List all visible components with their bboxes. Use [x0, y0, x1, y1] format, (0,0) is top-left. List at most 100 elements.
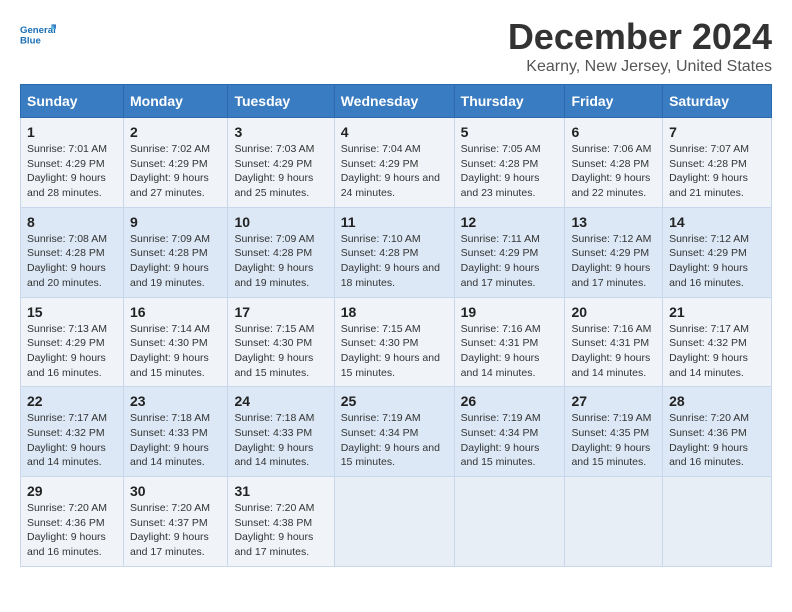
day-cell: 14Sunrise: 7:12 AM Sunset: 4:29 PM Dayli…: [663, 207, 772, 297]
day-number: 31: [234, 483, 327, 499]
day-info: Sunrise: 7:20 AM Sunset: 4:38 PM Dayligh…: [234, 501, 327, 560]
day-cell: 4 Sunrise: 7:04 AM Sunset: 4:29 PM Daylig…: [334, 118, 454, 208]
day-number: 1: [27, 124, 117, 140]
day-cell: 1 Sunrise: 7:01 AM Sunset: 4:29 PM Daylig…: [21, 118, 124, 208]
day-info: Sunrise: 7:18 AM Sunset: 4:33 PM Dayligh…: [234, 411, 327, 470]
day-number: 23: [130, 393, 221, 409]
col-header-sunday: Sunday: [21, 85, 124, 118]
day-number: 14: [669, 214, 765, 230]
day-cell: 21 Sunrise: 7:17 AM Sunset: 4:32 PM Dayli…: [663, 297, 772, 387]
day-info: Sunrise: 7:12 AM Sunset: 4:29 PM Dayligh…: [571, 232, 656, 291]
day-cell: 6 Sunrise: 7:06 AM Sunset: 4:28 PM Daylig…: [565, 118, 663, 208]
day-cell: 29Sunrise: 7:20 AM Sunset: 4:36 PM Dayli…: [21, 477, 124, 567]
week-row-4: 22Sunrise: 7:17 AM Sunset: 4:32 PM Dayli…: [21, 387, 772, 477]
main-title: December 2024: [508, 16, 772, 58]
week-row-1: 1 Sunrise: 7:01 AM Sunset: 4:29 PM Daylig…: [21, 118, 772, 208]
day-cell: 28Sunrise: 7:20 AM Sunset: 4:36 PM Dayli…: [663, 387, 772, 477]
day-cell: 10Sunrise: 7:09 AM Sunset: 4:28 PM Dayli…: [228, 207, 334, 297]
day-info: Sunrise: 7:15 AM Sunset: 4:30 PM Dayligh…: [341, 322, 448, 381]
day-cell: 8 Sunrise: 7:08 AM Sunset: 4:28 PM Daylig…: [21, 207, 124, 297]
day-number: 2: [130, 124, 221, 140]
day-info: Sunrise: 7:03 AM Sunset: 4:29 PM Dayligh…: [234, 142, 327, 201]
day-info: Sunrise: 7:04 AM Sunset: 4:29 PM Dayligh…: [341, 142, 448, 201]
day-cell: [565, 477, 663, 567]
day-info: Sunrise: 7:01 AM Sunset: 4:29 PM Dayligh…: [27, 142, 117, 201]
logo: General Blue: [20, 16, 56, 52]
day-number: 19: [461, 304, 559, 320]
day-cell: 2 Sunrise: 7:02 AM Sunset: 4:29 PM Daylig…: [124, 118, 228, 208]
day-cell: 23 Sunrise: 7:18 AM Sunset: 4:33 PM Dayli…: [124, 387, 228, 477]
day-cell: 13 Sunrise: 7:12 AM Sunset: 4:29 PM Dayli…: [565, 207, 663, 297]
day-number: 6: [571, 124, 656, 140]
day-info: Sunrise: 7:09 AM Sunset: 4:28 PM Dayligh…: [130, 232, 221, 291]
col-header-monday: Monday: [124, 85, 228, 118]
day-cell: 11 Sunrise: 7:10 AM Sunset: 4:28 PM Dayli…: [334, 207, 454, 297]
day-cell: 22Sunrise: 7:17 AM Sunset: 4:32 PM Dayli…: [21, 387, 124, 477]
day-number: 11: [341, 214, 448, 230]
day-number: 3: [234, 124, 327, 140]
day-number: 16: [130, 304, 221, 320]
day-number: 8: [27, 214, 117, 230]
day-cell: [663, 477, 772, 567]
svg-text:Blue: Blue: [20, 36, 41, 47]
day-info: Sunrise: 7:08 AM Sunset: 4:28 PM Dayligh…: [27, 232, 117, 291]
day-info: Sunrise: 7:14 AM Sunset: 4:30 PM Dayligh…: [130, 322, 221, 381]
day-info: Sunrise: 7:20 AM Sunset: 4:37 PM Dayligh…: [130, 501, 221, 560]
day-number: 29: [27, 483, 117, 499]
day-number: 21: [669, 304, 765, 320]
col-header-tuesday: Tuesday: [228, 85, 334, 118]
day-number: 10: [234, 214, 327, 230]
day-number: 25: [341, 393, 448, 409]
day-cell: 31 Sunrise: 7:20 AM Sunset: 4:38 PM Dayli…: [228, 477, 334, 567]
day-cell: 25 Sunrise: 7:19 AM Sunset: 4:34 PM Dayli…: [334, 387, 454, 477]
day-number: 20: [571, 304, 656, 320]
day-info: Sunrise: 7:10 AM Sunset: 4:28 PM Dayligh…: [341, 232, 448, 291]
day-cell: 30 Sunrise: 7:20 AM Sunset: 4:37 PM Dayli…: [124, 477, 228, 567]
day-number: 18: [341, 304, 448, 320]
day-number: 12: [461, 214, 559, 230]
day-cell: 18 Sunrise: 7:15 AM Sunset: 4:30 PM Dayli…: [334, 297, 454, 387]
calendar-table: SundayMondayTuesdayWednesdayThursdayFrid…: [20, 84, 772, 567]
day-cell: 5Sunrise: 7:05 AM Sunset: 4:28 PM Daylig…: [454, 118, 565, 208]
day-info: Sunrise: 7:18 AM Sunset: 4:33 PM Dayligh…: [130, 411, 221, 470]
day-cell: 7Sunrise: 7:07 AM Sunset: 4:28 PM Daylig…: [663, 118, 772, 208]
day-info: Sunrise: 7:16 AM Sunset: 4:31 PM Dayligh…: [571, 322, 656, 381]
day-info: Sunrise: 7:19 AM Sunset: 4:35 PM Dayligh…: [571, 411, 656, 470]
col-header-friday: Friday: [565, 85, 663, 118]
day-number: 4: [341, 124, 448, 140]
day-number: 15: [27, 304, 117, 320]
day-info: Sunrise: 7:06 AM Sunset: 4:28 PM Dayligh…: [571, 142, 656, 201]
header-row: SundayMondayTuesdayWednesdayThursdayFrid…: [21, 85, 772, 118]
col-header-thursday: Thursday: [454, 85, 565, 118]
logo-svg: General Blue: [20, 16, 56, 52]
week-row-2: 8 Sunrise: 7:08 AM Sunset: 4:28 PM Daylig…: [21, 207, 772, 297]
day-cell: 16 Sunrise: 7:14 AM Sunset: 4:30 PM Dayli…: [124, 297, 228, 387]
day-info: Sunrise: 7:02 AM Sunset: 4:29 PM Dayligh…: [130, 142, 221, 201]
day-cell: 24Sunrise: 7:18 AM Sunset: 4:33 PM Dayli…: [228, 387, 334, 477]
day-number: 30: [130, 483, 221, 499]
day-cell: 12 Sunrise: 7:11 AM Sunset: 4:29 PM Dayli…: [454, 207, 565, 297]
day-cell: 9Sunrise: 7:09 AM Sunset: 4:28 PM Daylig…: [124, 207, 228, 297]
day-cell: 26Sunrise: 7:19 AM Sunset: 4:34 PM Dayli…: [454, 387, 565, 477]
title-area: December 2024 Kearny, New Jersey, United…: [508, 16, 772, 76]
subtitle: Kearny, New Jersey, United States: [508, 58, 772, 76]
day-number: 17: [234, 304, 327, 320]
day-info: Sunrise: 7:07 AM Sunset: 4:28 PM Dayligh…: [669, 142, 765, 201]
day-info: Sunrise: 7:20 AM Sunset: 4:36 PM Dayligh…: [669, 411, 765, 470]
col-header-wednesday: Wednesday: [334, 85, 454, 118]
day-info: Sunrise: 7:17 AM Sunset: 4:32 PM Dayligh…: [669, 322, 765, 381]
day-info: Sunrise: 7:17 AM Sunset: 4:32 PM Dayligh…: [27, 411, 117, 470]
day-info: Sunrise: 7:16 AM Sunset: 4:31 PM Dayligh…: [461, 322, 559, 381]
day-info: Sunrise: 7:19 AM Sunset: 4:34 PM Dayligh…: [341, 411, 448, 470]
col-header-saturday: Saturday: [663, 85, 772, 118]
day-info: Sunrise: 7:11 AM Sunset: 4:29 PM Dayligh…: [461, 232, 559, 291]
week-row-3: 15Sunrise: 7:13 AM Sunset: 4:29 PM Dayli…: [21, 297, 772, 387]
day-cell: 3 Sunrise: 7:03 AM Sunset: 4:29 PM Daylig…: [228, 118, 334, 208]
day-info: Sunrise: 7:15 AM Sunset: 4:30 PM Dayligh…: [234, 322, 327, 381]
day-number: 13: [571, 214, 656, 230]
day-number: 26: [461, 393, 559, 409]
day-cell: 15Sunrise: 7:13 AM Sunset: 4:29 PM Dayli…: [21, 297, 124, 387]
day-info: Sunrise: 7:05 AM Sunset: 4:28 PM Dayligh…: [461, 142, 559, 201]
svg-text:General: General: [20, 25, 56, 36]
week-row-5: 29Sunrise: 7:20 AM Sunset: 4:36 PM Dayli…: [21, 477, 772, 567]
